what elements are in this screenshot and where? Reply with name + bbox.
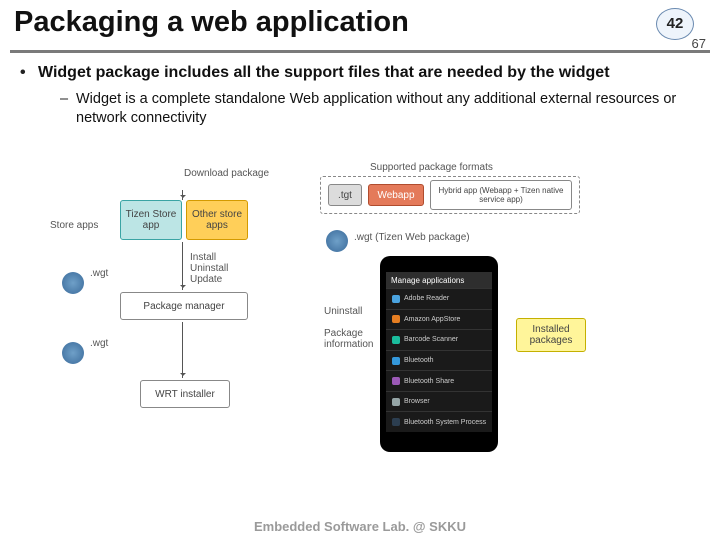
page-number: 42 67 xyxy=(650,6,706,54)
app-icon xyxy=(392,418,400,426)
phone-row: Barcode Scanner xyxy=(386,329,492,350)
wgt-label-2: .wgt xyxy=(90,338,108,349)
workflow-diagram: Store apps Tizen Store app Other store a… xyxy=(110,160,630,460)
pkginfo-label: Package information xyxy=(324,328,373,350)
install-label: Install Uninstall Update xyxy=(190,252,228,285)
hybrid-box: Hybrid app (Webapp + Tizen native servic… xyxy=(430,180,572,210)
phone-row: Bluetooth Share xyxy=(386,370,492,391)
phone-row-label: Bluetooth Share xyxy=(404,378,454,385)
page-total: 67 xyxy=(692,36,706,51)
phone-mockup: Manage applications Adobe Reader Amazon … xyxy=(380,256,498,452)
wgt-desc-label: .wgt (Tizen Web package) xyxy=(354,232,470,243)
wrt-installer-box: WRT installer xyxy=(140,380,230,408)
phone-row: Bluetooth xyxy=(386,350,492,371)
page-current: 42 xyxy=(656,8,694,40)
bullet-level2: Widget is a complete standalone Web appl… xyxy=(60,90,700,129)
phone-row: Adobe Reader xyxy=(386,288,492,309)
phone-row-label: Adobe Reader xyxy=(404,295,449,302)
installed-packages-box: Installed packages xyxy=(516,318,586,352)
arrow-icon xyxy=(182,190,183,200)
page-title: Packaging a web application xyxy=(14,6,409,39)
phone-row: Amazon AppStore xyxy=(386,309,492,330)
gear-icon xyxy=(326,230,348,252)
app-icon xyxy=(392,398,400,406)
arrow-icon xyxy=(182,242,183,290)
footer-text: Embedded Software Lab. @ SKKU xyxy=(0,519,720,534)
phone-row-label: Barcode Scanner xyxy=(404,336,458,343)
phone-row-label: Browser xyxy=(404,398,430,405)
gear-icon xyxy=(62,272,84,294)
phone-row-label: Bluetooth System Process xyxy=(404,419,486,426)
title-rule xyxy=(10,50,710,53)
phone-row-label: Amazon AppStore xyxy=(404,316,460,323)
sub1-text: Widget is a complete standalone Web appl… xyxy=(76,91,676,127)
app-icon xyxy=(392,336,400,344)
package-manager-box: Package manager xyxy=(120,292,248,320)
gear-icon xyxy=(62,342,84,364)
app-icon xyxy=(392,295,400,303)
phone-row: Browser xyxy=(386,391,492,412)
uninstall-label: Uninstall xyxy=(324,306,362,317)
bullet-level1: Widget package includes all the support … xyxy=(20,62,700,129)
app-icon xyxy=(392,377,400,385)
other-store-box: Other store apps xyxy=(186,200,248,240)
supported-formats-label: Supported package formats xyxy=(370,162,493,173)
download-label: Download package xyxy=(184,168,269,179)
phone-header: Manage applications xyxy=(386,272,492,288)
bullet1-text: Widget package includes all the support … xyxy=(38,64,610,81)
app-icon xyxy=(392,357,400,365)
app-icon xyxy=(392,315,400,323)
phone-row: Bluetooth System Process xyxy=(386,411,492,432)
webapp-box: Webapp xyxy=(368,184,424,206)
arrow-icon xyxy=(182,322,183,378)
tgt-box: .tgt xyxy=(328,184,362,206)
wgt-label-1: .wgt xyxy=(90,268,108,279)
store-apps-label: Store apps xyxy=(50,220,98,231)
phone-row-label: Bluetooth xyxy=(404,357,434,364)
tizen-store-box: Tizen Store app xyxy=(120,200,182,240)
